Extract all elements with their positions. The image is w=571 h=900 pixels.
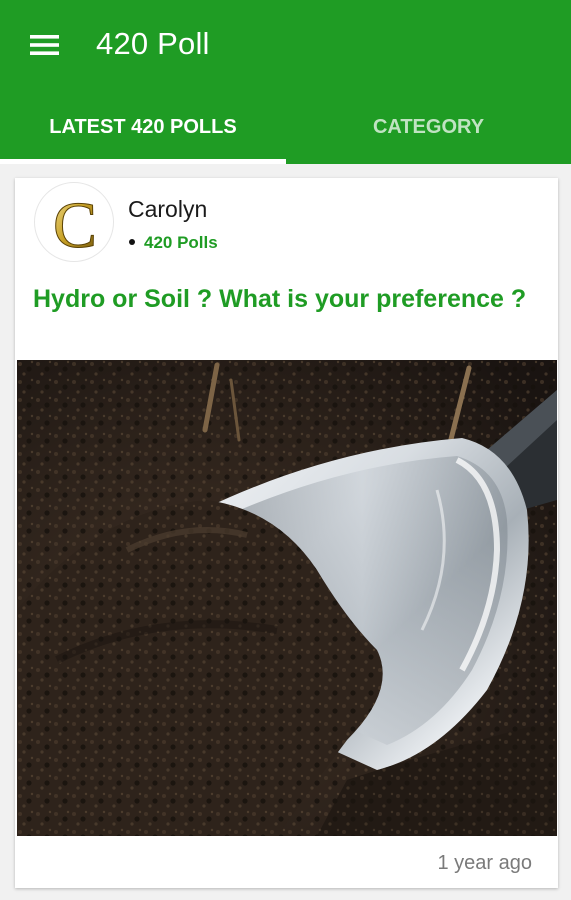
author-avatar[interactable]: C	[34, 182, 114, 262]
poll-image[interactable]	[17, 360, 557, 836]
category-bullet	[129, 239, 135, 245]
selected-tab-indicator	[0, 159, 286, 164]
tab-category-label: CATEGORY	[372, 115, 485, 138]
poll-title[interactable]: Hydro or Soil ? What is your preference …	[33, 282, 533, 316]
post-timestamp: 1 year ago	[437, 852, 532, 874]
tab-latest-polls[interactable]: LATEST 420 POLLS	[0, 90, 286, 164]
tab-bar: LATEST 420 POLLS CATEGORY	[0, 90, 571, 164]
hamburger-menu-icon[interactable]	[24, 28, 68, 62]
app-bar: 420 Poll	[0, 0, 571, 90]
author-name[interactable]: Carolyn	[128, 196, 207, 223]
gold-letter-avatar: C	[52, 189, 97, 262]
tab-category[interactable]: CATEGORY	[286, 90, 571, 164]
post-category-link[interactable]: 420 Polls	[144, 233, 218, 253]
soil-with-metal-trowel-photo	[17, 360, 557, 836]
avatar-letter: C	[53, 189, 97, 261]
app-title: 420 Poll	[96, 26, 210, 61]
tab-latest-polls-label: LATEST 420 POLLS	[49, 115, 237, 138]
poll-card[interactable]: C Carolyn 420 Polls Hydro or Soil ? What…	[15, 178, 558, 888]
